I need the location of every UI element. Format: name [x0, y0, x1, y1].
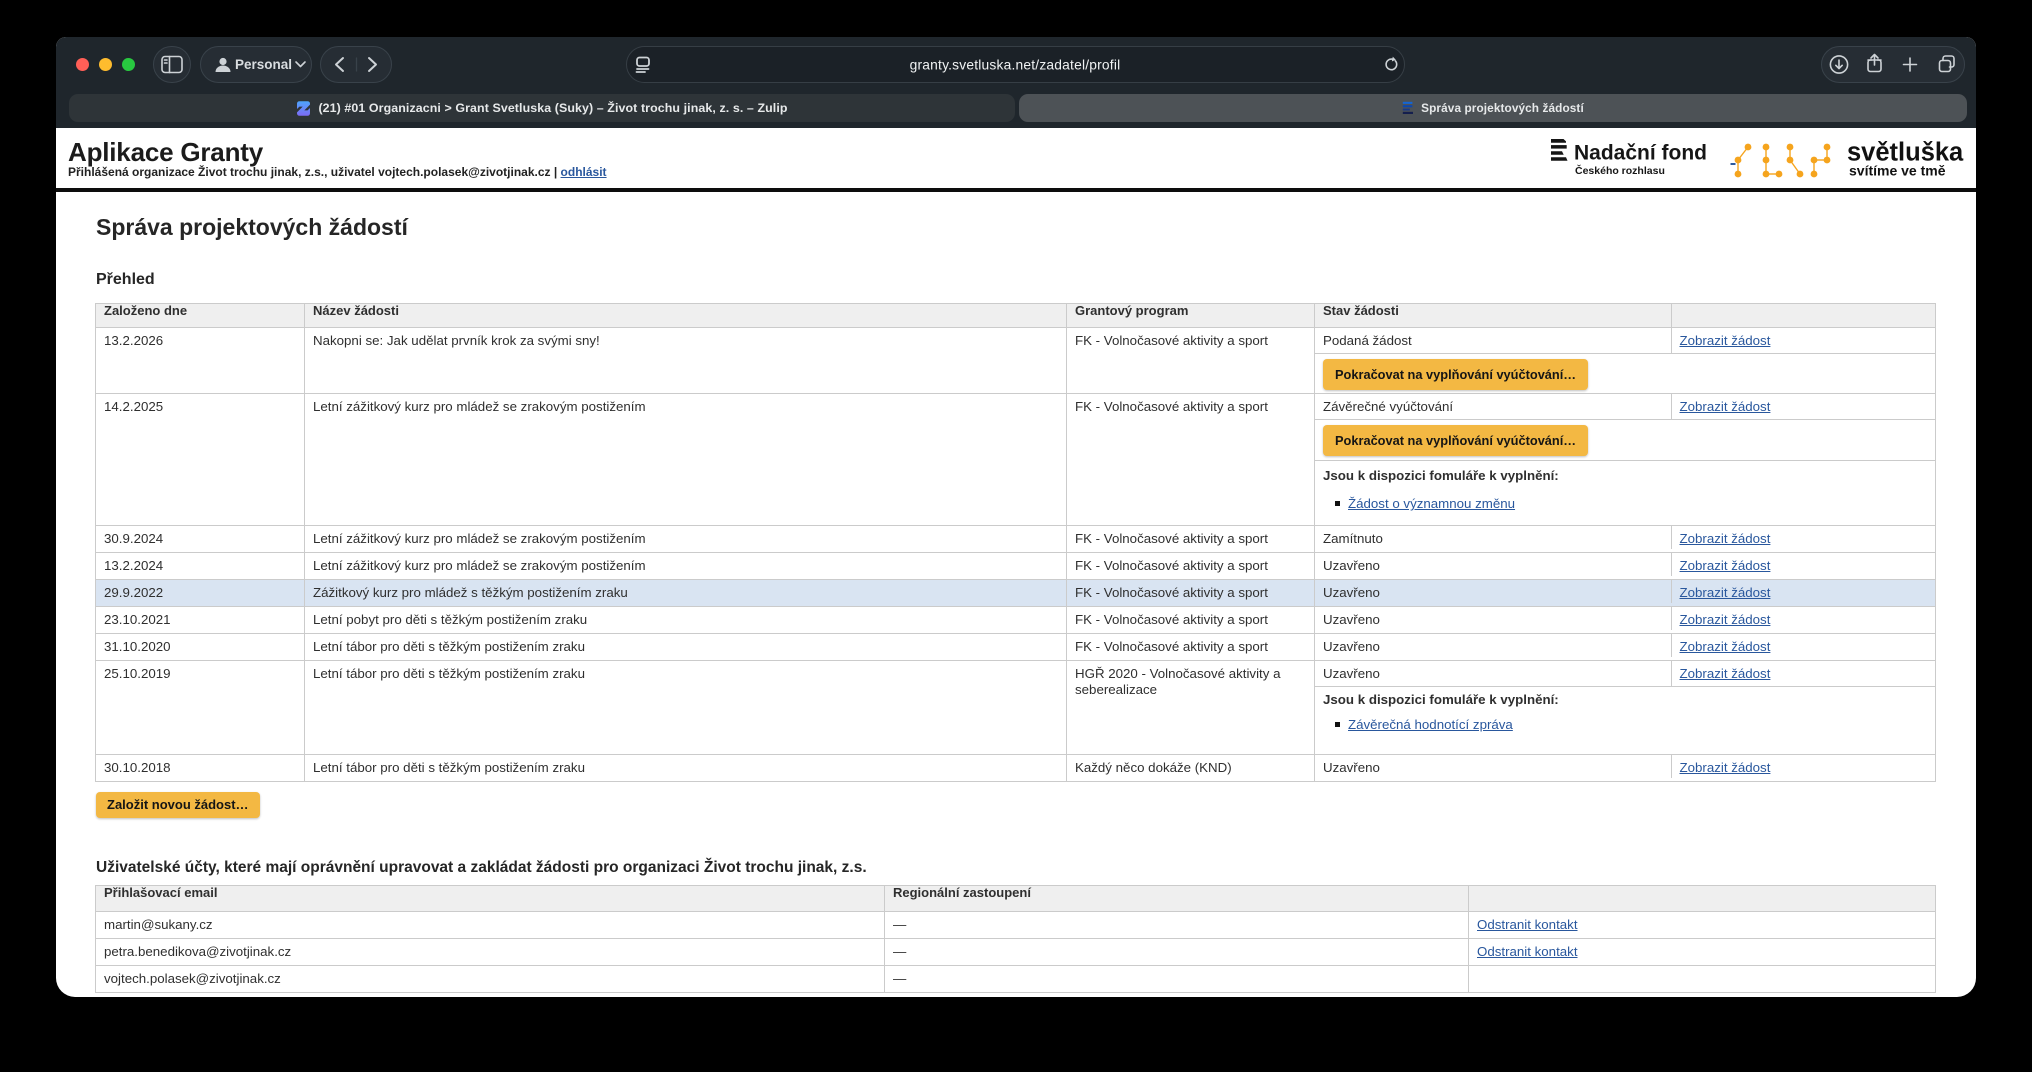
- svg-text:granty.svetluska.net/zadatel/p: granty.svetluska.net/zadatel/profil: [910, 58, 1121, 73]
- svg-text:Českého rozhlasu: Českého rozhlasu: [1575, 164, 1665, 177]
- svg-text:Personal: Personal: [235, 57, 292, 72]
- svg-text:svítíme ve tmě: svítíme ve tmě: [1849, 163, 1946, 179]
- svg-text:Nadační fond: Nadační fond: [1574, 142, 1707, 165]
